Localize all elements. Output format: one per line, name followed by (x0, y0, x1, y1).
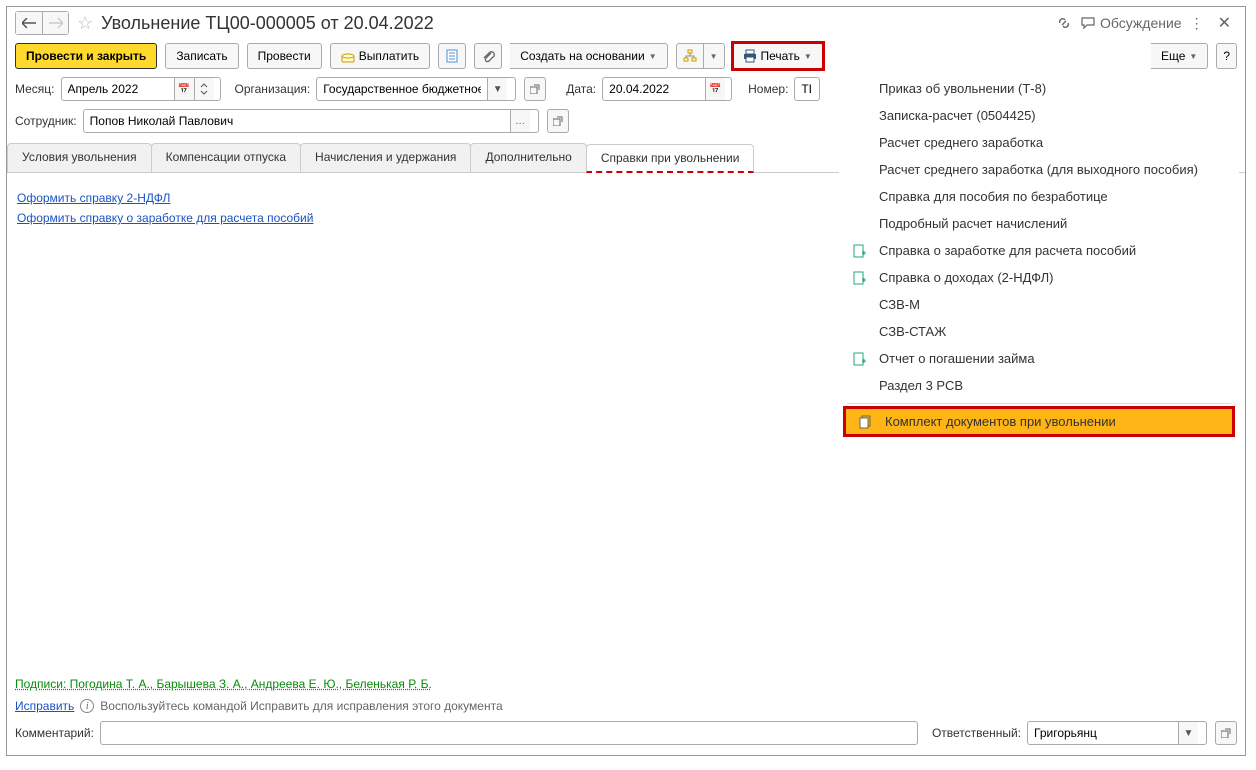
structure-dropdown[interactable]: ▼ (676, 43, 725, 69)
month-input[interactable] (62, 78, 174, 100)
employee-input[interactable] (84, 110, 510, 132)
pm-2ndfl[interactable]: Справка о доходах (2-НДФЛ) (839, 264, 1239, 291)
nav-back-button[interactable] (16, 12, 42, 34)
menu-separator (847, 403, 1231, 404)
comment-input[interactable] (101, 722, 917, 744)
date-field[interactable]: 📅 (602, 77, 732, 101)
doc-plus-icon (853, 352, 871, 366)
fix-hint: Воспользуйтесь командой Исправить для ис… (100, 699, 502, 713)
nav-buttons (15, 11, 69, 35)
chevron-down-icon: ▼ (1189, 52, 1197, 61)
more-label: Еще (1161, 49, 1185, 63)
document-icon-button[interactable] (438, 43, 466, 69)
post-and-close-button[interactable]: Провести и закрыть (15, 43, 157, 69)
calendar-icon[interactable]: 📅 (705, 78, 725, 100)
print-menu: Приказ об увольнении (Т-8) Записка-расче… (839, 69, 1239, 443)
month-label: Месяц: (15, 82, 55, 96)
org-input[interactable] (317, 78, 487, 100)
org-field[interactable]: ▼ (316, 77, 516, 101)
pm-earnings-ref[interactable]: Справка о заработке для расчета пособий (839, 237, 1239, 264)
comment-field[interactable] (100, 721, 918, 745)
pay-button[interactable]: Выплатить (330, 43, 431, 69)
fix-link[interactable]: Исправить (15, 699, 74, 713)
doc-plus-icon (853, 244, 871, 258)
employee-label: Сотрудник: (15, 114, 77, 128)
responsible-field[interactable]: ▼ (1027, 721, 1207, 745)
signatures-link[interactable]: Подписи: Погодина Т. А., Барышева З. А.,… (15, 677, 435, 691)
comment-label: Комментарий: (15, 726, 94, 740)
chevron-down-icon: ▼ (804, 52, 812, 61)
pm-detailed-calc[interactable]: Подробный расчет начислений (839, 210, 1239, 237)
open-icon[interactable] (547, 109, 569, 133)
discussion-icon[interactable]: Обсуждение (1080, 15, 1182, 31)
post-button[interactable]: Провести (247, 43, 322, 69)
tab-additional[interactable]: Дополнительно (470, 143, 586, 172)
date-input[interactable] (603, 78, 705, 100)
printer-icon (743, 49, 757, 63)
chevron-down-icon[interactable]: ▼ (487, 78, 507, 100)
nav-forward-button[interactable] (42, 12, 68, 34)
favorite-star-icon[interactable]: ☆ (77, 13, 93, 34)
pm-szvm[interactable]: СЗВ-М (839, 291, 1239, 318)
tab-accruals[interactable]: Начисления и удержания (300, 143, 471, 172)
info-icon: i (80, 699, 94, 713)
tab-dismissal-refs[interactable]: Справки при увольнении (586, 144, 755, 173)
chevron-down-icon[interactable]: ▼ (1178, 722, 1198, 744)
doc-stack-icon (859, 415, 877, 429)
help-button[interactable]: ? (1216, 43, 1237, 69)
pm-rsv-section3[interactable]: Раздел 3 РСВ (839, 372, 1239, 399)
tab-conditions[interactable]: Условия увольнения (7, 143, 152, 172)
pm-loan-report[interactable]: Отчет о погашении займа (839, 345, 1239, 372)
open-icon[interactable] (1215, 721, 1237, 745)
print-dropdown[interactable]: Печать ▼ (733, 43, 823, 69)
pm-doc-set[interactable]: Комплект документов при увольнении (845, 408, 1233, 435)
select-icon[interactable]: … (510, 110, 530, 132)
pm-szv-stazh[interactable]: СЗВ-СТАЖ (839, 318, 1239, 345)
responsible-input[interactable] (1028, 722, 1178, 744)
pm-avg-earn-severance[interactable]: Расчет среднего заработка (для выходного… (839, 156, 1239, 183)
pm-avg-earn[interactable]: Расчет среднего заработка (839, 129, 1239, 156)
coins-icon (341, 49, 355, 63)
month-field[interactable]: 📅 (61, 77, 221, 101)
open-icon[interactable] (524, 77, 546, 101)
page-title: Увольнение ТЦ00-000005 от 20.04.2022 (101, 13, 434, 34)
calendar-icon[interactable]: 📅 (174, 78, 194, 100)
attachment-icon-button[interactable] (474, 43, 502, 69)
more-dropdown[interactable]: Еще ▼ (1151, 43, 1208, 69)
pm-order-t8[interactable]: Приказ об увольнении (Т-8) (839, 75, 1239, 102)
employee-field[interactable]: … (83, 109, 539, 133)
write-button[interactable]: Записать (165, 43, 238, 69)
tab-vacation-comp[interactable]: Компенсации отпуска (151, 143, 301, 172)
link-icon[interactable] (1056, 15, 1072, 31)
responsible-label: Ответственный: (932, 726, 1021, 740)
kebab-menu-icon[interactable]: ⋮ (1190, 15, 1204, 32)
close-icon[interactable]: ✕ (1212, 13, 1237, 33)
number-field[interactable] (794, 77, 820, 101)
tree-icon (683, 49, 697, 63)
date-label: Дата: (566, 82, 596, 96)
doc-plus-icon (853, 271, 871, 285)
pm-unemployment-ref[interactable]: Справка для пособия по безработице (839, 183, 1239, 210)
create-based-label: Создать на основании (520, 49, 645, 63)
discussion-label: Обсуждение (1100, 15, 1182, 31)
create-based-dropdown[interactable]: Создать на основании ▼ (510, 43, 667, 69)
pay-label: Выплатить (359, 49, 420, 63)
number-input[interactable] (795, 78, 817, 100)
chevron-down-icon: ▼ (649, 52, 657, 61)
org-label: Организация: (235, 82, 311, 96)
pm-note-calc[interactable]: Записка-расчет (0504425) (839, 102, 1239, 129)
number-label: Номер: (748, 82, 788, 96)
chevron-down-icon: ▼ (710, 52, 718, 61)
print-label: Печать (761, 49, 800, 63)
spinner-icon[interactable] (194, 78, 214, 100)
